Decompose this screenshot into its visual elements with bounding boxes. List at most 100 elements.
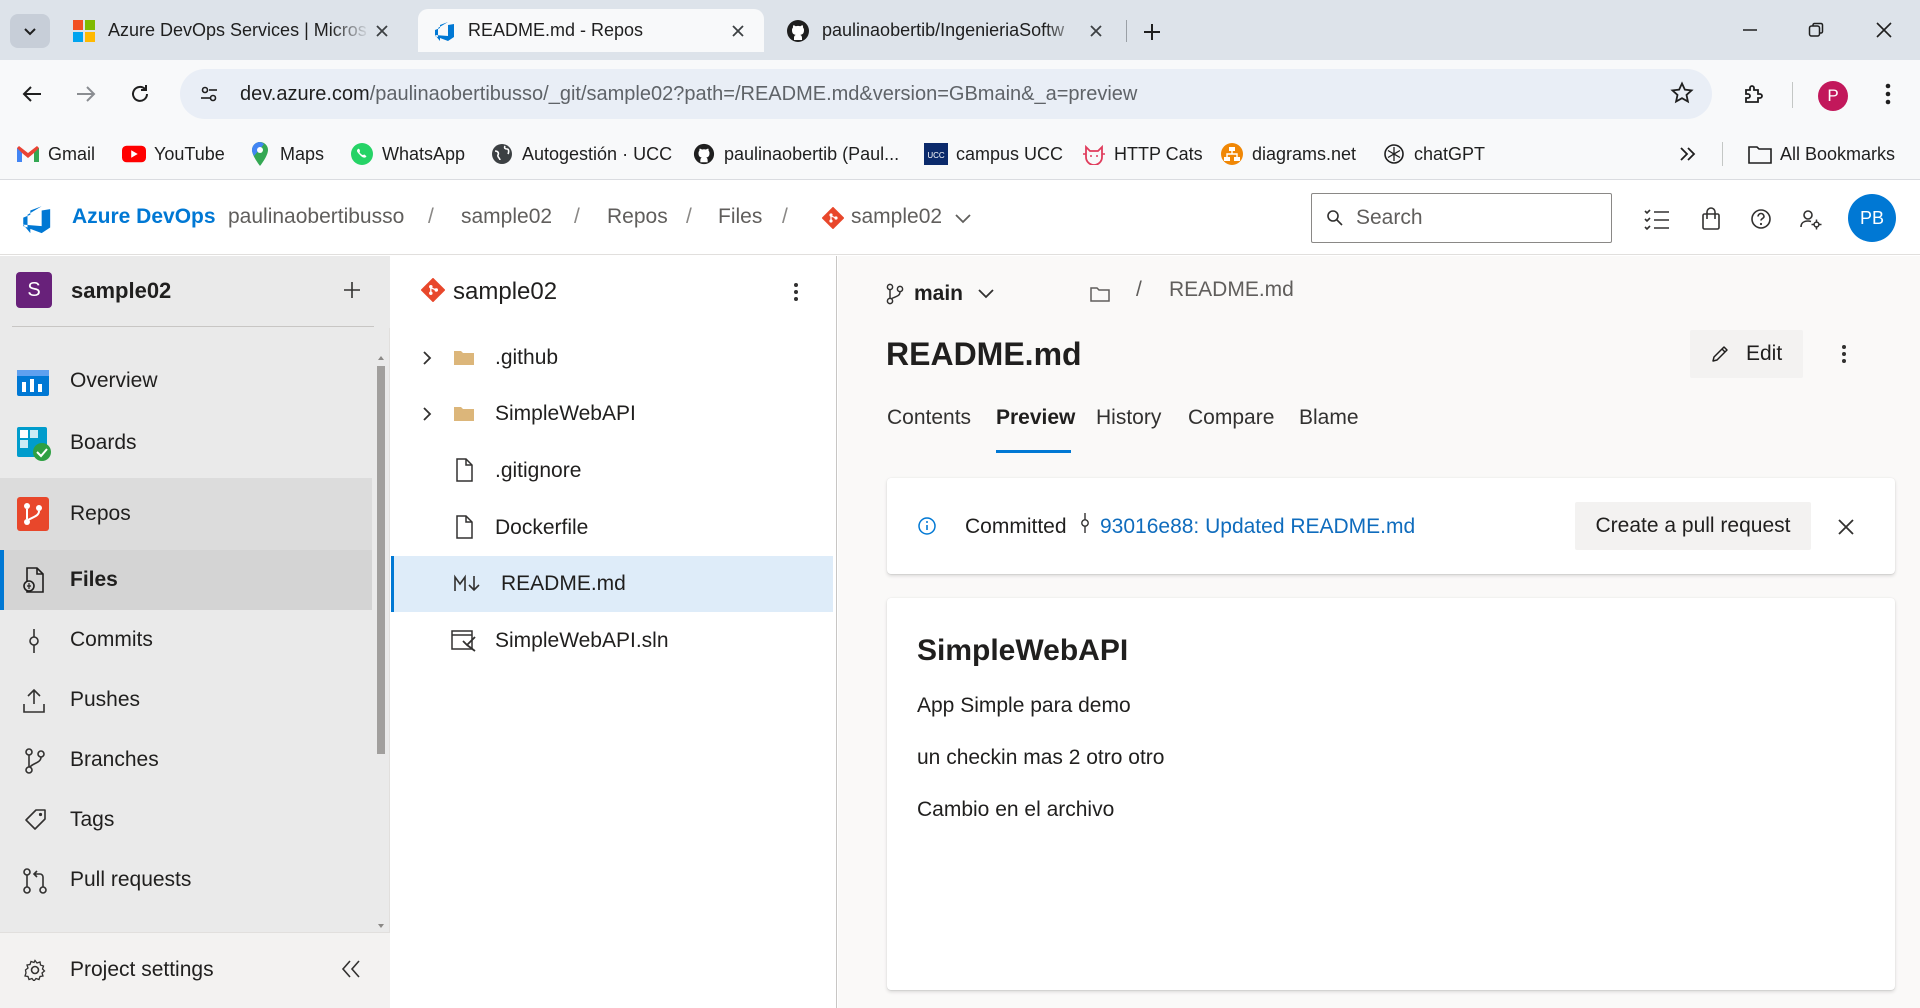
user-settings-icon[interactable] xyxy=(1797,205,1825,233)
profile-avatar[interactable]: P xyxy=(1818,81,1848,111)
youtube-icon xyxy=(122,142,146,166)
sidebar-item-files[interactable]: Files xyxy=(0,550,372,610)
edit-button[interactable]: Edit xyxy=(1690,330,1803,378)
bookmark-http-cats[interactable]: HTTP Cats xyxy=(1082,140,1203,168)
minimize-button[interactable] xyxy=(1728,10,1772,50)
tab-separator xyxy=(1126,20,1127,42)
repo-chevron-down-icon[interactable] xyxy=(954,213,972,225)
help-icon[interactable] xyxy=(1747,205,1775,233)
tree-item-label: Dockerfile xyxy=(495,516,589,539)
marketplace-bag-icon[interactable] xyxy=(1697,205,1725,233)
sidebar-item-branches[interactable]: Branches xyxy=(0,730,372,790)
bookmark-autogestion[interactable]: Autogestión · UCC xyxy=(490,140,672,168)
tree-item-label: README.md xyxy=(501,572,626,595)
tab-search-button[interactable] xyxy=(10,14,50,48)
browser-tab-github[interactable]: paulinaobertib/IngenieriaSoftw xyxy=(772,9,1122,52)
markdown-icon xyxy=(453,574,481,594)
bookmark-diagrams-net[interactable]: diagrams.net xyxy=(1220,140,1356,168)
tab-preview[interactable]: Preview xyxy=(996,406,1075,430)
work-items-icon[interactable] xyxy=(1643,205,1671,233)
create-pull-request-button[interactable]: Create a pull request xyxy=(1575,502,1811,550)
browser-toolbar: dev.azure.com/paulinaobertibusso/_git/sa… xyxy=(0,60,1920,128)
tab-contents[interactable]: Contents xyxy=(887,406,971,430)
active-indicator xyxy=(0,550,4,610)
add-icon[interactable] xyxy=(342,280,362,300)
bookmark-gmail[interactable]: Gmail xyxy=(16,140,95,168)
breadcrumb-files[interactable]: Files xyxy=(718,205,762,229)
browser-tab-readme-repos[interactable]: README.md - Repos xyxy=(418,9,764,52)
sidebar-item-repos[interactable]: Repos xyxy=(0,478,372,550)
tab-compare[interactable]: Compare xyxy=(1188,406,1274,430)
sidebar-item-tags[interactable]: Tags xyxy=(0,790,372,850)
chevron-right-icon[interactable] xyxy=(421,350,433,366)
sidebar-item-overview[interactable]: Overview xyxy=(0,352,372,410)
bookmark-label: YouTube xyxy=(154,143,225,164)
folder-path-icon[interactable] xyxy=(1090,286,1110,302)
sidebar-item-pushes[interactable]: Pushes xyxy=(0,670,372,730)
tree-item-gitignore[interactable]: .gitignore xyxy=(391,443,833,499)
commit-banner: Committed 93016e88: Updated README.md Cr… xyxy=(887,478,1895,574)
project-badge[interactable]: S xyxy=(16,272,52,308)
sidebar-scrollbar[interactable] xyxy=(376,352,386,932)
commit-link[interactable]: 93016e88: Updated README.md xyxy=(1100,515,1415,539)
brand-name[interactable]: Azure DevOps xyxy=(72,205,216,229)
file-more-options-icon[interactable] xyxy=(1841,344,1847,364)
breadcrumb-project[interactable]: sample02 xyxy=(461,205,552,229)
tree-item-simplewebapi-folder[interactable]: SimpleWebAPI xyxy=(391,386,833,442)
bookmark-chatgpt[interactable]: chatGPT xyxy=(1382,140,1485,168)
tree-item-dockerfile[interactable]: Dockerfile xyxy=(391,500,833,556)
user-avatar[interactable]: PB xyxy=(1848,194,1896,242)
close-banner-icon[interactable] xyxy=(1837,518,1855,536)
tree-item-simplewebapi-sln[interactable]: SimpleWebAPI.sln xyxy=(391,613,833,669)
path-filename[interactable]: README.md xyxy=(1169,278,1294,302)
tags-icon xyxy=(24,808,48,832)
url-text: dev.azure.com/paulinaobertibusso/_git/sa… xyxy=(240,83,1137,106)
chevron-right-icon[interactable] xyxy=(421,406,433,422)
close-tab-icon[interactable] xyxy=(370,19,394,43)
sidebar-item-commits[interactable]: Commits xyxy=(0,610,372,670)
address-bar[interactable]: dev.azure.com/paulinaobertibusso/_git/sa… xyxy=(180,69,1712,119)
all-bookmarks-button[interactable]: All Bookmarks xyxy=(1748,140,1895,168)
browser-tab-azure-devops-services[interactable]: Azure DevOps Services | Micros xyxy=(58,9,408,52)
bookmark-github-paulinaobertib[interactable]: paulinaobertib (Paul... xyxy=(692,140,899,168)
tree-item-readme[interactable]: README.md xyxy=(391,556,833,612)
tab-blame[interactable]: Blame xyxy=(1299,406,1359,430)
project-name[interactable]: sample02 xyxy=(71,278,171,304)
close-tab-icon[interactable] xyxy=(726,19,750,43)
file-tree-panel: sample02 .github SimpleWebAPI .gitignore… xyxy=(391,256,837,1008)
browser-menu-button[interactable] xyxy=(1870,76,1906,112)
forward-button[interactable] xyxy=(68,76,104,112)
project-settings-button[interactable]: Project settings xyxy=(0,933,390,1008)
site-info-icon[interactable] xyxy=(194,79,224,109)
new-tab-button[interactable] xyxy=(1136,16,1168,48)
maps-pin-icon xyxy=(248,142,272,166)
file-viewer: main / README.md README.md Edit Contents… xyxy=(838,256,1920,1008)
tree-item-github-folder[interactable]: .github xyxy=(391,330,833,386)
close-window-button[interactable] xyxy=(1862,10,1906,50)
bookmark-campus-ucc[interactable]: UCC campus UCC xyxy=(924,140,1063,168)
search-box[interactable]: Search xyxy=(1311,193,1612,243)
more-bookmarks-button[interactable] xyxy=(1678,140,1696,168)
restore-button[interactable] xyxy=(1794,10,1838,50)
back-button[interactable] xyxy=(14,76,50,112)
project-settings-bar: Project settings xyxy=(0,932,390,1008)
branch-picker[interactable]: main xyxy=(886,274,995,314)
breadcrumb-repos[interactable]: Repos xyxy=(607,205,668,229)
bookmark-youtube[interactable]: YouTube xyxy=(122,140,225,168)
repo-more-options-icon[interactable] xyxy=(793,282,799,302)
collapse-sidebar-icon[interactable] xyxy=(340,959,362,979)
bookmark-maps[interactable]: Maps xyxy=(248,140,324,168)
close-tab-icon[interactable] xyxy=(1084,19,1108,43)
azure-devops-logo-icon[interactable] xyxy=(18,202,54,236)
sidebar-item-pull-requests[interactable]: Pull requests xyxy=(0,850,372,910)
diagrams-net-icon xyxy=(1220,142,1244,166)
breadcrumb-organization[interactable]: paulinaobertibusso xyxy=(228,205,404,229)
boards-icon xyxy=(16,426,52,462)
reload-button[interactable] xyxy=(122,76,158,112)
tab-history[interactable]: History xyxy=(1096,406,1161,430)
extensions-button[interactable] xyxy=(1736,76,1772,112)
bookmark-star-icon[interactable] xyxy=(1670,81,1694,105)
breadcrumb-repository[interactable]: sample02 xyxy=(851,205,942,229)
bookmark-whatsapp[interactable]: WhatsApp xyxy=(350,140,465,168)
sidebar-item-boards[interactable]: Boards xyxy=(0,410,372,476)
